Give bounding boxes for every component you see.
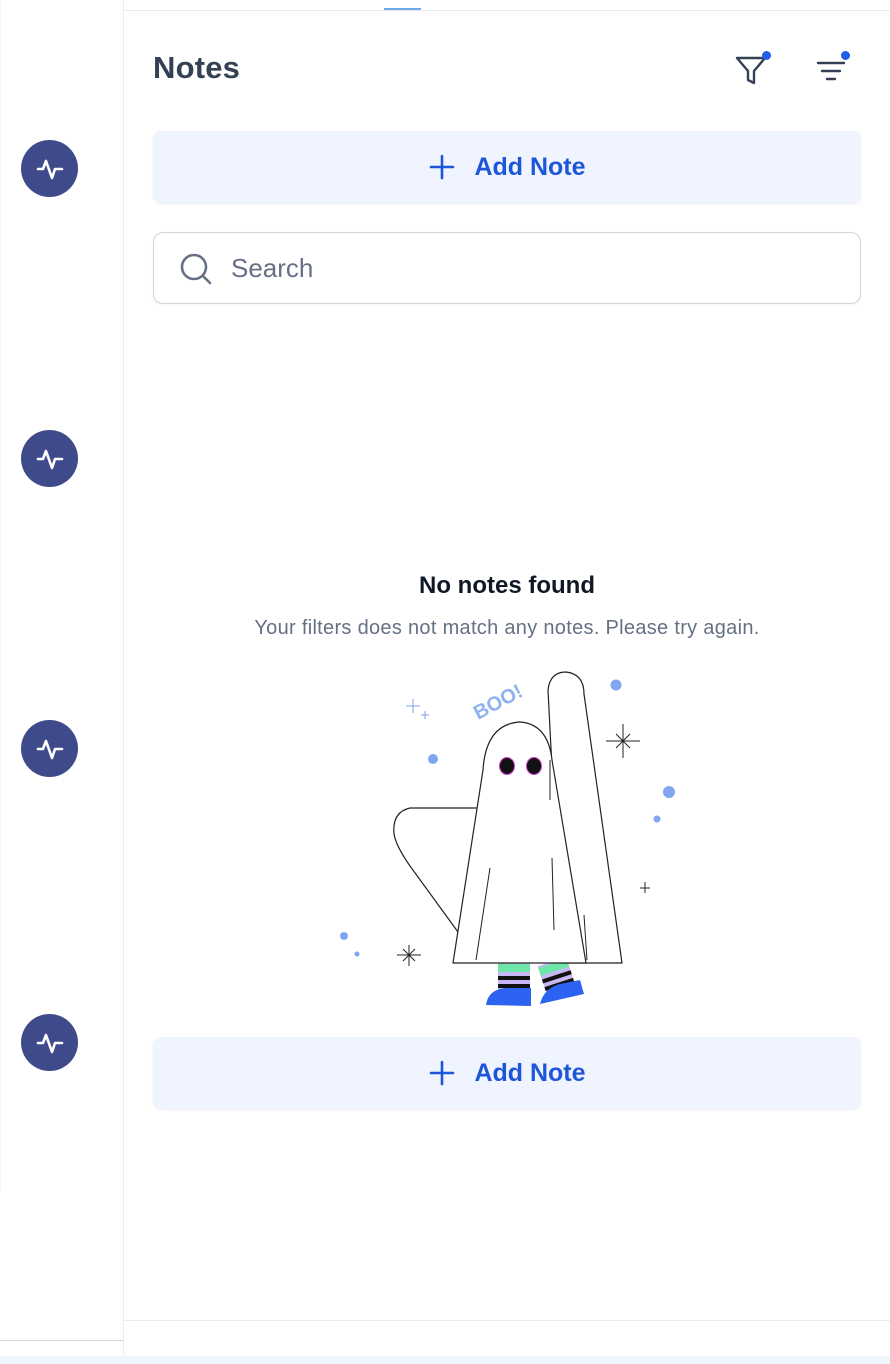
empty-state-title: No notes found bbox=[419, 572, 595, 599]
activity-icon[interactable] bbox=[21, 430, 78, 487]
ghost-illustration: BOO! bbox=[340, 671, 675, 1006]
empty-state-subtitle: Your filters does not match any notes. P… bbox=[254, 617, 760, 639]
activity-icon[interactable] bbox=[21, 720, 78, 777]
plus-icon bbox=[430, 154, 455, 180]
activity-icon[interactable] bbox=[21, 140, 78, 197]
activity-icon[interactable] bbox=[21, 1014, 78, 1071]
top-divider bbox=[124, 10, 890, 11]
sort-button[interactable] bbox=[811, 50, 851, 90]
add-note-label: Add Note bbox=[474, 1058, 586, 1087]
add-note-label: Add Note bbox=[474, 152, 586, 181]
rail-edge-line bbox=[0, 0, 1, 1190]
sort-active-dot bbox=[841, 51, 850, 60]
bottom-band bbox=[0, 1356, 890, 1364]
search-input[interactable] bbox=[229, 247, 843, 289]
search-icon bbox=[180, 253, 212, 285]
search-field[interactable] bbox=[153, 232, 861, 304]
panel-bottom-divider bbox=[124, 1320, 890, 1321]
add-note-button[interactable]: Add Note bbox=[153, 131, 861, 203]
rail-bottom-divider bbox=[0, 1340, 123, 1341]
filter-active-dot bbox=[762, 51, 771, 60]
plus-icon bbox=[430, 1060, 455, 1086]
left-rail bbox=[0, 0, 124, 1364]
filter-button[interactable] bbox=[731, 50, 771, 90]
page-title: Notes bbox=[153, 50, 241, 85]
svg-text:BOO!: BOO! bbox=[470, 680, 526, 724]
add-note-bottom-button[interactable]: Add Note bbox=[153, 1037, 861, 1109]
active-tab-indicator bbox=[384, 8, 421, 10]
